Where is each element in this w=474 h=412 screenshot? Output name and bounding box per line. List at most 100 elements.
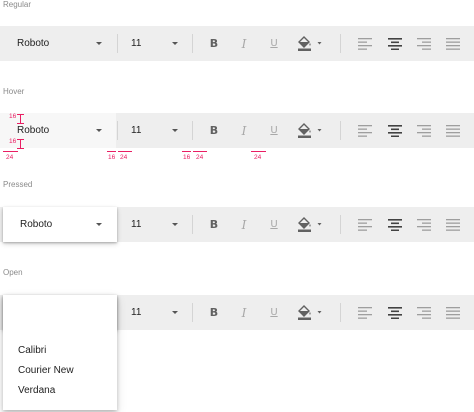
divider: [192, 215, 193, 234]
align-center-icon: [388, 218, 402, 231]
font-size-value: 11: [131, 38, 142, 49]
italic-button[interactable]: I: [232, 26, 256, 61]
italic-button[interactable]: I: [232, 295, 256, 330]
font-family-select[interactable]: Roboto: [0, 26, 116, 61]
redline-label-gap: 16: [108, 154, 116, 161]
redline-label-left: 24: [6, 154, 14, 161]
chevron-down-icon: [172, 42, 178, 45]
font-family-select[interactable]: Roboto: [0, 113, 116, 148]
redline-cap: [17, 139, 24, 140]
redline-label-gap: 16: [183, 154, 191, 161]
menu-item-calibri[interactable]: Calibri: [3, 340, 117, 360]
italic-button[interactable]: I: [232, 113, 256, 148]
justify-button[interactable]: [441, 113, 465, 148]
toolbar-regular: Roboto 11 B I U: [0, 26, 474, 61]
bold-icon: B: [209, 37, 219, 50]
bold-button[interactable]: B: [202, 26, 226, 61]
chevron-down-icon: [96, 129, 102, 132]
paint-bucket-icon: [298, 123, 322, 138]
font-size-select[interactable]: 11: [122, 207, 188, 242]
align-right-button[interactable]: [412, 113, 436, 148]
align-left-button[interactable]: [353, 207, 377, 242]
align-right-button[interactable]: [412, 295, 436, 330]
align-center-icon: [388, 124, 402, 137]
section-label-pressed: Pressed: [3, 180, 33, 189]
underline-button[interactable]: U: [262, 113, 286, 148]
divider: [192, 34, 193, 53]
align-left-button[interactable]: [353, 26, 377, 61]
font-family-value: Roboto: [20, 219, 53, 230]
align-left-icon: [358, 306, 372, 319]
align-left-icon: [358, 124, 372, 137]
redline-cap: [17, 123, 24, 124]
align-right-button[interactable]: [412, 26, 436, 61]
redline-horizontal: [3, 151, 18, 152]
fill-color-button[interactable]: [293, 113, 325, 148]
redline-horizontal: [118, 151, 132, 152]
justify-button[interactable]: [441, 207, 465, 242]
font-family-select[interactable]: Roboto: [3, 207, 117, 242]
font-size-select[interactable]: 11: [122, 26, 188, 61]
underline-icon: U: [270, 125, 278, 136]
paint-bucket-icon: [298, 217, 322, 232]
align-center-button[interactable]: [383, 26, 407, 61]
redline-horizontal: [182, 151, 191, 152]
font-size-value: 11: [131, 307, 142, 318]
italic-icon: I: [241, 123, 247, 138]
align-right-button[interactable]: [412, 207, 436, 242]
chevron-down-icon: [172, 311, 178, 314]
redline-vertical: [20, 139, 21, 148]
align-center-button[interactable]: [383, 113, 407, 148]
menu-item-courier-new[interactable]: Courier New: [3, 360, 117, 380]
align-right-icon: [417, 306, 431, 319]
divider: [192, 121, 193, 140]
bold-icon: B: [209, 306, 219, 319]
redline-label-pad: 24: [196, 154, 204, 161]
paint-bucket-icon: [298, 305, 322, 320]
align-right-icon: [417, 37, 431, 50]
bold-button[interactable]: B: [202, 113, 226, 148]
font-size-select[interactable]: 11: [122, 113, 188, 148]
fill-color-button[interactable]: [293, 207, 325, 242]
align-justify-icon: [446, 37, 460, 50]
bold-button[interactable]: B: [202, 207, 226, 242]
divider: [340, 34, 341, 53]
justify-button[interactable]: [441, 26, 465, 61]
align-center-button[interactable]: [383, 207, 407, 242]
chevron-down-icon: [172, 129, 178, 132]
font-size-value: 11: [131, 125, 142, 136]
menu-item-verdana[interactable]: Verdana: [3, 380, 117, 400]
toolbar-hover: Roboto 11 B I U: [0, 113, 474, 148]
divider: [117, 34, 118, 53]
redline-cap: [17, 114, 24, 115]
font-size-select[interactable]: 11: [122, 295, 188, 330]
redline-cap: [17, 148, 24, 149]
align-center-button[interactable]: [383, 295, 407, 330]
divider: [340, 303, 341, 322]
fill-color-button[interactable]: [293, 26, 325, 61]
font-size-value: 11: [131, 219, 142, 230]
align-left-icon: [358, 218, 372, 231]
redline-horizontal: [251, 151, 266, 152]
fill-color-button[interactable]: [293, 295, 325, 330]
underline-button[interactable]: U: [262, 26, 286, 61]
section-label-regular: Regular: [3, 0, 32, 9]
redline-vertical: [20, 114, 21, 123]
underline-button[interactable]: U: [262, 207, 286, 242]
align-left-button[interactable]: [353, 295, 377, 330]
toolbar-pressed: Roboto 11 B I U: [0, 207, 474, 242]
bold-icon: B: [209, 124, 219, 137]
underline-button[interactable]: U: [262, 295, 286, 330]
underline-icon: U: [270, 38, 278, 49]
align-left-icon: [358, 37, 372, 50]
chevron-down-icon: [172, 223, 178, 226]
redline-label-top: 16: [9, 113, 17, 120]
justify-button[interactable]: [441, 295, 465, 330]
bold-button[interactable]: B: [202, 295, 226, 330]
italic-button[interactable]: I: [232, 207, 256, 242]
font-family-dropdown-menu: Calibri Courier New Verdana: [3, 295, 117, 410]
align-left-button[interactable]: [353, 113, 377, 148]
italic-icon: I: [241, 217, 247, 232]
align-justify-icon: [446, 306, 460, 319]
chevron-down-icon: [96, 223, 102, 226]
